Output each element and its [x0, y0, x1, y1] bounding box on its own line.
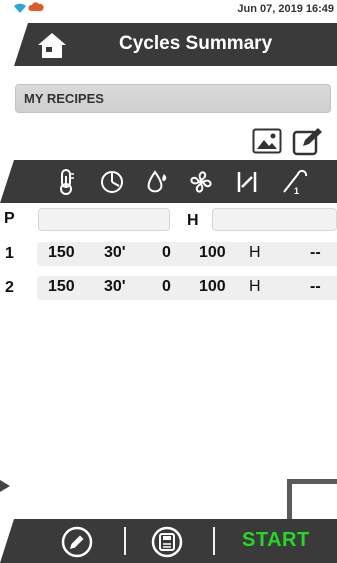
cycle-row-2[interactable]: 150 30' 0 100 H --: [37, 276, 337, 300]
phase-h-field[interactable]: [212, 208, 337, 231]
svg-text:1: 1: [294, 186, 299, 196]
damper-icon: [237, 172, 257, 192]
wifi-icon: [14, 3, 26, 13]
probe-value: --: [310, 244, 321, 261]
phase-p-label: P: [4, 210, 15, 227]
column-header-bar: 1: [0, 160, 337, 203]
probe-value: --: [310, 278, 321, 295]
phase-h-label: H: [187, 212, 199, 229]
phase-p-field[interactable]: [38, 208, 170, 231]
temperature-value: 150: [48, 244, 75, 261]
image-icon[interactable]: [252, 128, 282, 154]
left-arrow-icon: [0, 480, 10, 492]
corner-bracket: [287, 479, 337, 519]
my-recipes-button[interactable]: MY RECIPES: [15, 84, 331, 113]
temperature-value: 150: [48, 278, 75, 295]
status-datetime: Jun 07, 2019 16:49: [237, 3, 334, 15]
cloud-icon: [28, 2, 44, 11]
start-button[interactable]: START: [242, 529, 310, 552]
row-index: 1: [5, 245, 14, 262]
time-value: 30': [104, 278, 126, 295]
cycle-row-1[interactable]: 150 30' 0 100 H --: [37, 242, 337, 266]
humidity-value: 0: [162, 278, 171, 295]
fan-icon: [190, 171, 212, 193]
damper-value: H: [249, 278, 261, 295]
humidity-value: 0: [162, 244, 171, 261]
time-value: 30': [104, 244, 126, 261]
my-recipes-label: MY RECIPES: [24, 91, 104, 106]
thermometer-icon: [60, 169, 74, 195]
edit-icon[interactable]: [292, 126, 324, 156]
probe-icon: 1: [283, 169, 308, 196]
fan-value: 100: [199, 244, 226, 261]
divider: [213, 527, 215, 555]
row-index: 2: [5, 279, 14, 296]
fan-value: 100: [199, 278, 226, 295]
divider: [124, 527, 126, 555]
home-icon[interactable]: [34, 27, 70, 63]
title-bar: Cycles Summary: [14, 23, 337, 66]
page-title: Cycles Summary: [119, 33, 273, 54]
save-icon[interactable]: [150, 525, 184, 559]
humidity-drop-icon: [147, 170, 167, 193]
bottom-action-bar: START: [0, 519, 337, 563]
pencil-circle-icon[interactable]: [60, 525, 94, 559]
clock-icon: [101, 171, 123, 193]
status-bar: Jun 07, 2019 16:49: [0, 0, 337, 24]
damper-value: H: [249, 244, 261, 261]
